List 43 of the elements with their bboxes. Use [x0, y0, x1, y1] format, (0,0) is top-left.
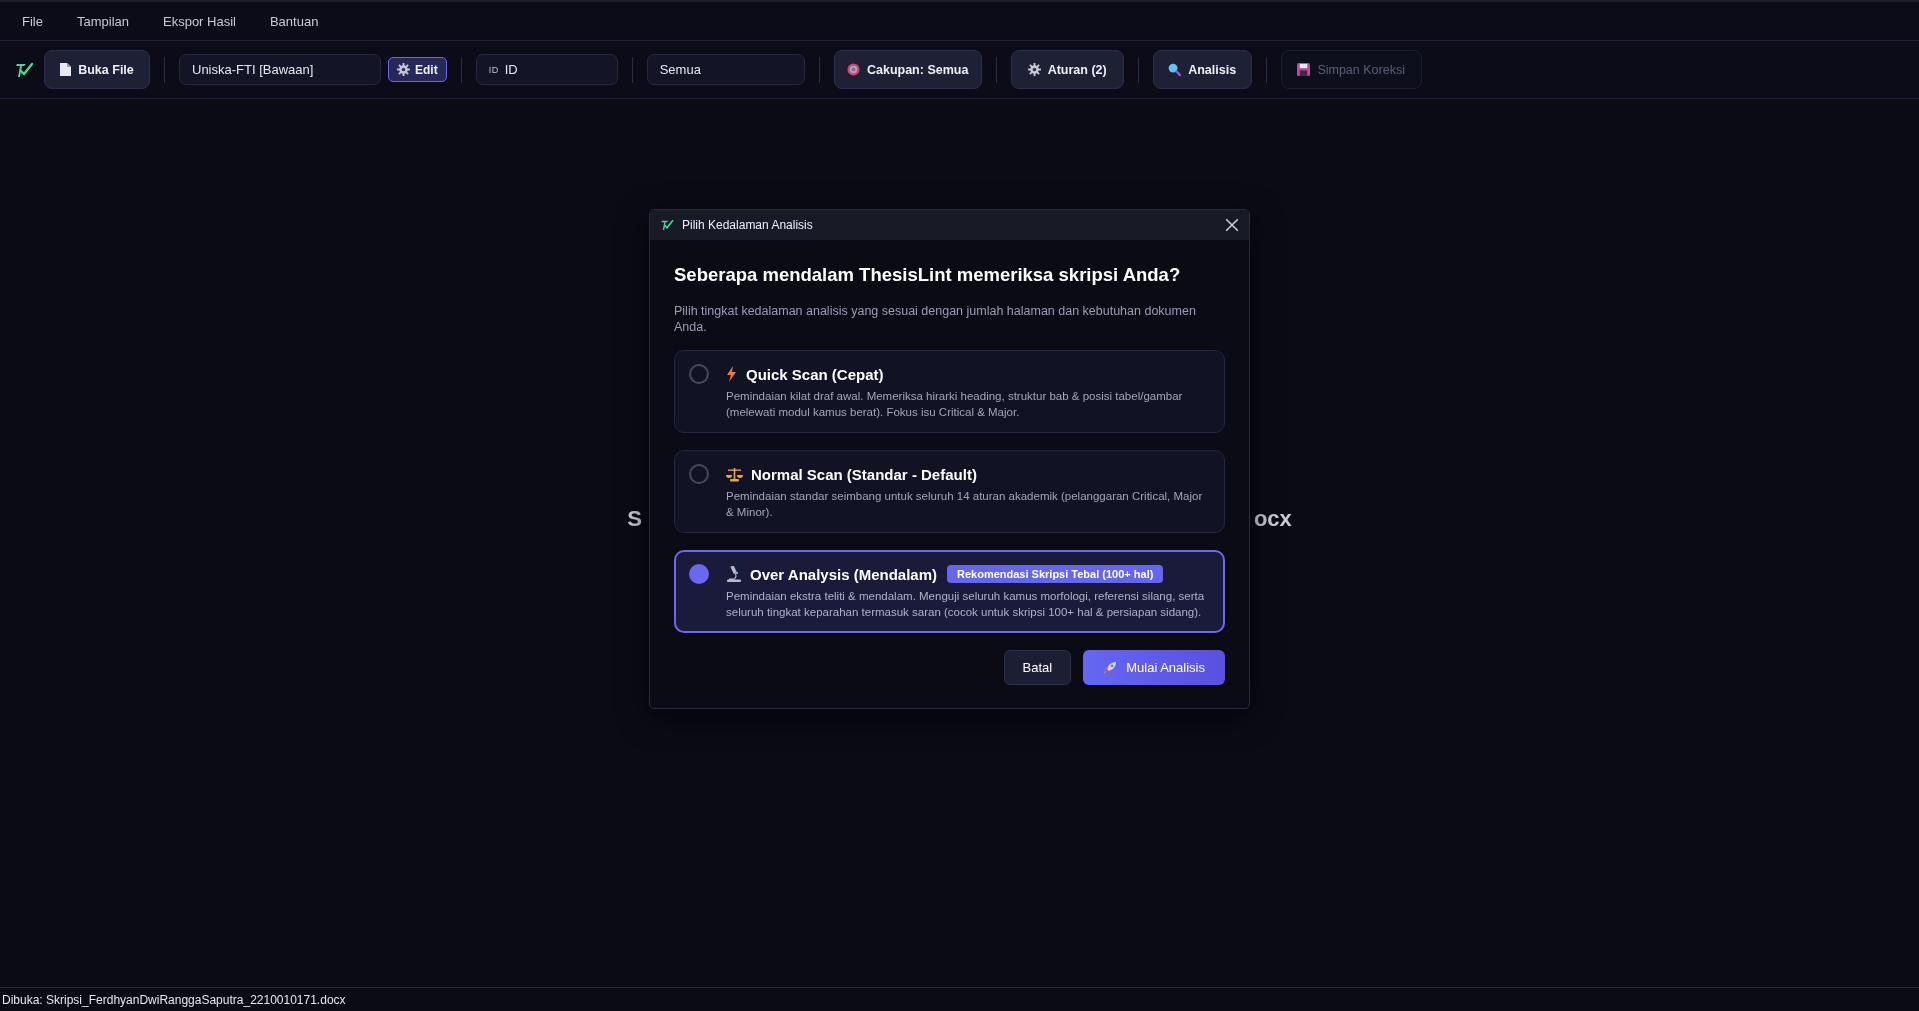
rules-button[interactable]: Aturan (2) — [1010, 50, 1124, 89]
gear-icon — [1027, 63, 1041, 76]
microscope-icon — [726, 566, 742, 582]
gear-icon — [397, 63, 410, 76]
search-icon — [1168, 63, 1182, 76]
analyze-button[interactable]: Analisis — [1152, 50, 1252, 89]
menu-item[interactable]: Bantuan — [257, 13, 331, 29]
option-description: Pemindaian standar seimbang untuk seluruh 14 aturan akademik (pelanggaran Critical, Major & Minor). — [726, 489, 1204, 520]
option-description: Pemindaian kilat draf awal. Memeriksa hirarki heading, struktur bab & posisi tabel/gambar (melewati modul kamus berat). Fokus isu Critical & Major. — [726, 389, 1184, 420]
dialog-title: Pilih Kedalaman Analisis — [682, 218, 813, 232]
option-title: Quick Scan (Cepat) — [746, 365, 884, 383]
option-card[interactable] — [674, 550, 1225, 633]
logo-icon — [660, 218, 674, 232]
radio-button[interactable] — [689, 564, 709, 584]
menu-item[interactable]: Tampilan — [64, 13, 141, 29]
language-select[interactable]: ID ID — [475, 54, 618, 85]
option-description: Pemindaian ekstra teliti & mendalam. Menguji seluruh kamus morfologi, referensi silang, serta seluruh tingkat keparahan termasuk saran (cocok untuk skripsi 100+ hal & persiapan sidang). — [726, 589, 1206, 620]
edit-button[interactable]: Edit — [388, 57, 447, 82]
lightning-icon — [726, 366, 738, 382]
radio-button[interactable] — [689, 364, 709, 384]
cancel-button[interactable]: Batal — [1003, 650, 1072, 685]
dialog-description: Pilih tingkat kedalaman analisis yang sesuai dengan jumlah halaman dan kebutuhan dokumen Anda. — [674, 303, 1197, 335]
rocket-icon — [1103, 660, 1118, 675]
heading-fragment: ocx — [1253, 506, 1292, 532]
open-file-button[interactable]: Buka File — [44, 50, 150, 89]
menu-item[interactable]: File — [10, 13, 55, 29]
menu-item[interactable]: Ekspor Hasil — [151, 13, 248, 29]
option-card[interactable]: Normal Scan (Standar - Default) Pemindaian standar seimbang untuk seluruh 14 aturan akademik (pelanggaran Critical, Major & Minor). — [674, 450, 1225, 533]
status-text: Dibuka: Skripsi_FerdhyanDwiRanggaSaputra_2210010171.docx — [2, 992, 346, 1007]
heading-fragment: S — [627, 506, 642, 532]
recommendation-badge: Rekomendasi Skripsi Tebal (100+ hal) — [947, 565, 1164, 583]
option-title: Over Analysis (Mendalam) — [750, 565, 937, 583]
option-card[interactable]: Quick Scan (Cepat) Pemindaian kilat draf awal. Memeriksa hirarki heading, struktur bab & posisi tabel/gambar (melewati modul kamus berat). Fokus isu Critical & Major. — [674, 350, 1225, 433]
scales-icon — [726, 466, 743, 482]
radio-button[interactable] — [689, 464, 709, 484]
filter-select[interactable]: Semua — [646, 54, 805, 85]
scope-button[interactable]: Cakupan: Semua — [833, 50, 982, 89]
document-icon — [60, 63, 72, 76]
option-title: Normal Scan (Standar - Default) — [751, 465, 977, 483]
dialog-heading: Seberapa mendalam ThesisLint memeriksa skripsi Anda? — [674, 264, 1182, 286]
profile-select[interactable]: Uniska-FTI [Bawaan] — [179, 54, 381, 85]
start-analysis-button[interactable]: Mulai Analisis — [1083, 650, 1225, 685]
target-icon — [846, 63, 860, 76]
